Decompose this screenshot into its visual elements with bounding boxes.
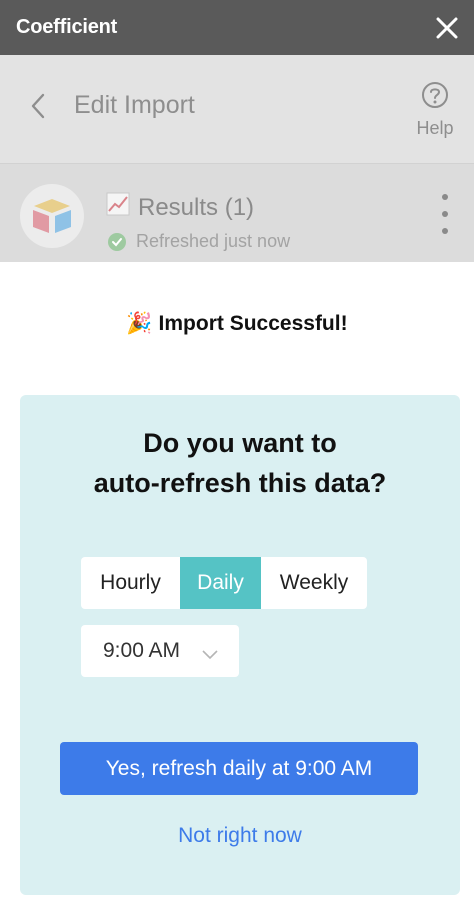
not-now-link[interactable]: Not right now — [20, 824, 460, 848]
frequency-option-hourly[interactable]: Hourly — [81, 557, 180, 609]
party-popper-icon: 🎉 — [126, 312, 153, 335]
chart-increasing-icon — [106, 192, 130, 223]
import-title-text: Results (1) — [138, 193, 255, 221]
import-status-text: Refreshed just now — [136, 231, 291, 251]
page-header: Edit Import Help — [0, 55, 474, 160]
chevron-down-icon — [201, 643, 219, 667]
frequency-selector: Hourly Daily Weekly — [81, 557, 367, 609]
import-list-item[interactable]: Results (1) Refreshed just now — [0, 163, 474, 262]
help-label: Help — [416, 118, 454, 138]
time-value: 9:00 AM — [103, 639, 181, 662]
frequency-option-daily[interactable]: Daily — [180, 557, 261, 609]
success-message: 🎉 Import Successful! — [0, 312, 474, 336]
app-title: Coefficient — [16, 16, 118, 38]
question-circle-icon — [421, 81, 449, 114]
import-status: Refreshed just now — [108, 231, 290, 252]
frequency-option-weekly[interactable]: Weekly — [261, 557, 367, 609]
page-title: Edit Import — [74, 91, 195, 119]
background-overlay: Edit Import Help Results (1) Refreshed j… — [0, 55, 474, 262]
help-button[interactable]: Help — [410, 81, 460, 139]
chevron-left-icon[interactable] — [26, 91, 50, 121]
auto-refresh-question: Do you want to auto-refresh this data? — [20, 423, 460, 503]
airtable-logo — [20, 184, 84, 248]
import-title: Results (1) — [106, 192, 254, 223]
success-text: Import Successful! — [158, 312, 348, 335]
close-icon[interactable] — [436, 17, 458, 39]
check-circle-icon — [108, 232, 126, 251]
question-line-1: Do you want to — [143, 428, 337, 458]
time-dropdown[interactable]: 9:00 AM — [81, 625, 239, 677]
window-titlebar: Coefficient — [0, 0, 474, 55]
confirm-refresh-button[interactable]: Yes, refresh daily at 9:00 AM — [60, 742, 418, 795]
question-line-2: auto-refresh this data? — [93, 468, 387, 498]
kebab-menu-icon[interactable] — [440, 194, 450, 234]
auto-refresh-card: Do you want to auto-refresh this data? H… — [20, 395, 460, 895]
